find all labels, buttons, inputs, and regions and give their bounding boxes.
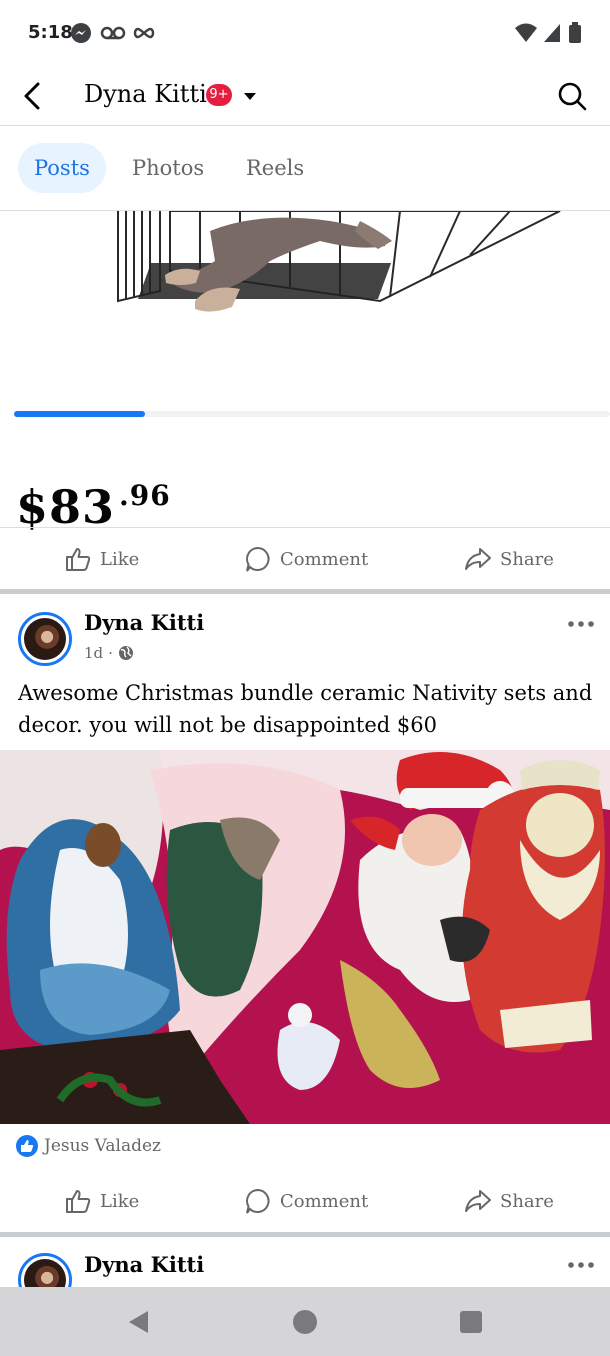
nav-home-button[interactable] [292,1309,318,1335]
triangle-back-icon [129,1311,148,1333]
battery-icon [568,22,582,44]
post-author[interactable]: Dyna Kitti [84,1252,204,1277]
reactor-name: Jesus Valadez [44,1136,161,1156]
post-options-button[interactable] [566,1255,596,1275]
carousel-progress [14,411,610,417]
signal-icon [542,22,562,44]
share-label: Share [500,548,554,570]
comment-button[interactable]: Comment [244,1170,368,1232]
nav-recents-button[interactable] [458,1309,484,1335]
tab-reels[interactable]: Reels [230,143,320,193]
search-button[interactable] [552,76,592,116]
notification-badge: 9+ [206,84,232,106]
product-image-dog-crate [0,211,610,401]
post-author[interactable]: Dyna Kitti [84,610,204,635]
like-label: Like [100,1190,140,1212]
profile-tabs: Posts Photos Reels [0,127,610,211]
status-bar: 5:18 [0,0,610,66]
status-time: 5:18 [28,22,73,43]
voicemail-icon [100,22,126,44]
reaction-summary[interactable]: Jesus Valadez [16,1135,161,1157]
share-label: Share [500,1190,554,1212]
comment-button[interactable]: Comment [244,528,368,590]
post-header: Dyna Kitti 1d · [0,594,610,674]
comment-label: Comment [280,1190,369,1212]
search-icon [558,82,587,111]
post-action-bar: Like Comment Share [0,1170,610,1232]
wifi-icon [514,22,538,44]
comment-bubble-icon [246,546,270,572]
comment-bubble-icon [246,1188,270,1214]
like-button[interactable]: Like [64,1170,139,1232]
caret-down-icon [244,93,256,100]
page-title[interactable]: Dyna Kitti [84,80,207,108]
like-label: Like [100,548,140,570]
page-header: Dyna Kitti 9+ [0,66,610,126]
tab-photos[interactable]: Photos [116,143,220,193]
avatar[interactable] [18,1253,72,1287]
meta-separator: · [108,644,113,662]
share-button[interactable]: Share [464,528,554,590]
post-text: Awesome Christmas bundle ceramic Nativit… [18,681,593,737]
product-price: $83.96 [16,479,171,534]
price-cents: .96 [119,479,171,512]
share-button[interactable]: Share [464,1170,554,1232]
thumbs-up-icon [66,1190,91,1213]
circle-home-icon [293,1310,317,1334]
like-button[interactable]: Like [64,528,139,590]
infinity-icon [132,22,156,44]
avatar-photo [24,1259,66,1287]
back-arrow-icon [24,82,40,110]
prev-post-action-bar: Like Comment Share [0,527,610,589]
thumbs-up-icon [66,548,91,571]
messenger-icon [70,22,92,44]
avatar-photo [24,618,66,660]
post-meta: 1d · [84,644,134,662]
switch-profile-dropdown[interactable] [240,88,260,104]
post-options-button[interactable] [566,614,596,634]
share-arrow-icon [465,548,491,570]
post-photo[interactable] [0,750,610,1124]
like-reaction-icon [16,1135,38,1157]
avatar[interactable] [18,612,72,666]
globe-icon [118,646,133,660]
comment-label: Comment [280,548,369,570]
nav-back-button[interactable] [126,1309,152,1335]
carousel-progress-fill [14,411,146,417]
christmas-decor-photo [0,750,610,1124]
post-time[interactable]: 1d [84,644,103,662]
share-arrow-icon [465,1190,491,1212]
square-recents-icon [460,1311,482,1333]
back-button[interactable] [14,76,54,116]
more-dots-icon [568,1262,594,1268]
system-nav-bar [0,1287,610,1356]
more-dots-icon [568,621,594,627]
next-post-header: Dyna Kitti [0,1237,610,1287]
price-dollars: $83 [16,480,116,534]
tab-posts[interactable]: Posts [18,143,106,193]
